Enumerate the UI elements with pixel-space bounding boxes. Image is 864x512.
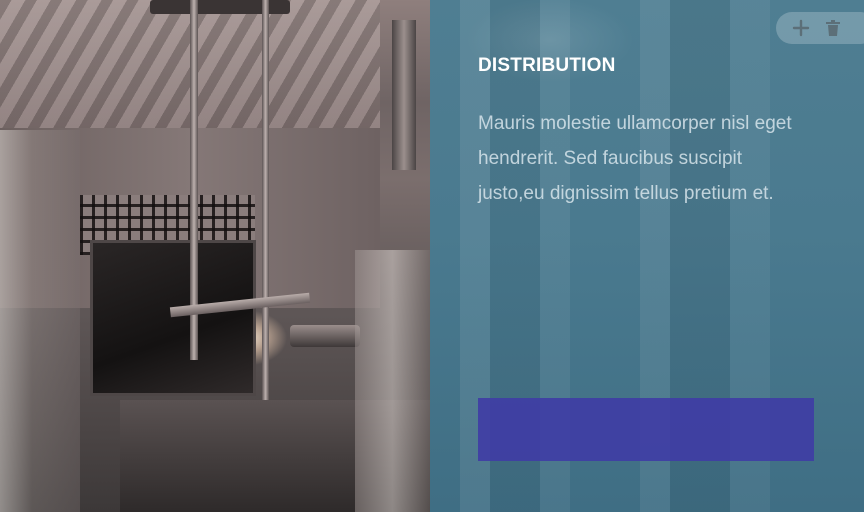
call-to-action-button[interactable] [478,398,814,461]
photo-clamp [150,0,290,14]
photo-dark-box [90,240,256,396]
content-panel: DISTRIBUTION Mauris molestie ullamcorper… [430,0,864,512]
delete-button[interactable] [822,17,844,39]
card-title: DISTRIBUTION [478,55,616,76]
photo-rod [262,0,269,400]
add-button[interactable] [790,17,812,39]
photo-burner [290,325,360,347]
photo-glass-right [355,250,430,512]
edit-toolbar [776,12,864,44]
lab-equipment-photo [0,0,430,512]
trash-icon [826,20,840,36]
plus-icon [792,19,810,37]
card-description: Mauris molestie ullamcorper nisl eget he… [478,113,792,204]
photo-cylinder [392,20,416,170]
feature-card: DISTRIBUTION Mauris molestie ullamcorper… [0,0,864,512]
photo-glass-left [0,130,80,512]
